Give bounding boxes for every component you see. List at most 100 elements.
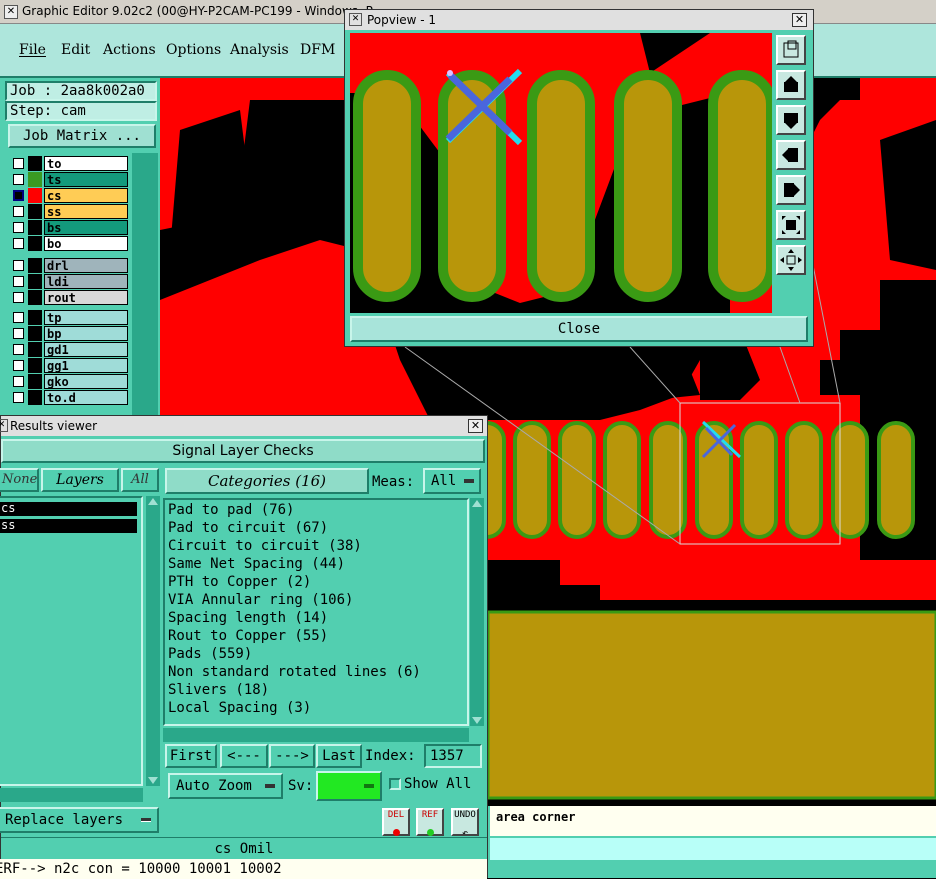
category-item[interactable]: Slivers (18)	[168, 681, 269, 699]
layer-row-tp[interactable]: tp	[10, 310, 128, 325]
category-item[interactable]: PTH to Copper (2)	[168, 573, 311, 591]
menu-file[interactable]: File	[19, 42, 46, 58]
pan-down-icon[interactable]	[776, 105, 806, 135]
category-item[interactable]: Local Spacing (3)	[168, 699, 311, 717]
layers-v-scrollbar[interactable]	[146, 496, 160, 786]
job-matrix-button[interactable]: Job Matrix ...	[8, 124, 156, 148]
layer-color-swatch[interactable]	[28, 358, 42, 373]
layer-color-swatch[interactable]	[28, 290, 42, 305]
meas-dropdown[interactable]: All	[423, 468, 481, 494]
category-item[interactable]: Non standard rotated lines (6)	[168, 663, 421, 681]
layers-h-scrollbar[interactable]	[0, 788, 143, 802]
zoom-fit-icon[interactable]	[776, 210, 806, 240]
layer-row-to[interactable]: to	[10, 156, 128, 171]
category-item[interactable]: Pad to circuit (67)	[168, 519, 328, 537]
layer-name[interactable]: to	[44, 156, 128, 171]
layer-row-drl[interactable]: drl	[10, 258, 128, 273]
layer-color-swatch[interactable]	[28, 172, 42, 187]
undo-button[interactable]: UNDO ↶	[451, 808, 479, 839]
results-close-icon[interactable]: ✕	[468, 419, 483, 433]
layer-color-swatch[interactable]	[28, 342, 42, 357]
layer-name[interactable]: ts	[44, 172, 128, 187]
layer-name[interactable]: rout	[44, 290, 128, 305]
pan-right-icon[interactable]	[776, 175, 806, 205]
layer-checkbox[interactable]	[13, 222, 24, 233]
show-all-checkbox[interactable]	[389, 778, 401, 790]
layer-row-bs[interactable]: bs	[10, 220, 128, 235]
layer-row-rout[interactable]: rout	[10, 290, 128, 305]
layer-color-swatch[interactable]	[28, 274, 42, 289]
layer-name[interactable]: ss	[44, 204, 128, 219]
layer-checkbox[interactable]	[13, 292, 24, 303]
auto-zoom-dropdown[interactable]: Auto Zoom	[168, 773, 283, 799]
layer-name[interactable]: tp	[44, 310, 128, 325]
category-item[interactable]: Pads (559)	[168, 645, 252, 663]
layer-row-gko[interactable]: gko	[10, 374, 128, 389]
prev-button[interactable]: <---	[220, 744, 268, 768]
menu-options[interactable]: Options	[166, 42, 221, 58]
layer-checkbox[interactable]	[13, 376, 24, 387]
layer-row-gg1[interactable]: gg1	[10, 358, 128, 373]
layer-checkbox[interactable]	[13, 344, 24, 355]
layer-checkbox[interactable]	[13, 276, 24, 287]
ref-button[interactable]: REF	[416, 808, 444, 836]
layer-color-swatch[interactable]	[28, 156, 42, 171]
menu-edit[interactable]: Edit	[61, 42, 90, 58]
categories-v-scrollbar[interactable]	[470, 498, 484, 726]
layer-name[interactable]: cs	[44, 188, 128, 203]
pan-up-icon[interactable]	[776, 70, 806, 100]
layer-name[interactable]: gg1	[44, 358, 128, 373]
category-item[interactable]: VIA Annular ring (106)	[168, 591, 353, 609]
layer-row-gd1[interactable]: gd1	[10, 342, 128, 357]
popview-canvas[interactable]	[350, 33, 772, 313]
layer-color-swatch[interactable]	[28, 310, 42, 325]
popview-close-icon[interactable]: ✕	[792, 13, 807, 27]
popview-close-button[interactable]: Close	[350, 316, 808, 342]
index-input[interactable]: 1357	[424, 744, 482, 768]
layer-color-swatch[interactable]	[28, 236, 42, 251]
layer-checkbox[interactable]	[13, 360, 24, 371]
layer-name[interactable]: bo	[44, 236, 128, 251]
del-button[interactable]: DEL	[382, 808, 410, 836]
menu-dfm[interactable]: DFM	[300, 42, 335, 58]
category-item[interactable]: Same Net Spacing (44)	[168, 555, 345, 573]
results-title-bar[interactable]: ✕ Results viewer ✕	[0, 416, 487, 436]
layer-checkbox[interactable]	[13, 174, 24, 185]
layer-checkbox[interactable]	[13, 206, 24, 217]
layer-checkbox[interactable]	[13, 312, 24, 323]
layer-list-item-ss[interactable]: ss	[0, 519, 137, 533]
categories-h-scrollbar[interactable]	[163, 728, 469, 742]
layer-checkbox[interactable]	[13, 392, 24, 403]
layer-name[interactable]: gko	[44, 374, 128, 389]
layer-checkbox[interactable]	[13, 260, 24, 271]
layer-name[interactable]: ldi	[44, 274, 128, 289]
layer-row-ldi[interactable]: ldi	[10, 274, 128, 289]
pan-left-icon[interactable]	[776, 140, 806, 170]
next-button[interactable]: --->	[269, 744, 315, 768]
layer-checkbox[interactable]	[13, 238, 24, 249]
replace-layers-dropdown[interactable]: Replace layers	[0, 807, 159, 833]
last-button[interactable]: Last	[316, 744, 362, 768]
category-item[interactable]: Circuit to circuit (38)	[168, 537, 362, 555]
layers-all-button[interactable]: All	[121, 468, 159, 492]
zoom-home-icon[interactable]	[776, 245, 806, 275]
layer-row-bp[interactable]: bp	[10, 326, 128, 341]
layer-color-swatch[interactable]	[28, 374, 42, 389]
sv-color-dropdown[interactable]	[316, 771, 382, 801]
layer-checkbox[interactable]	[13, 158, 24, 169]
layer-list-item-cs[interactable]: cs	[0, 502, 137, 516]
layer-checkbox[interactable]	[13, 328, 24, 339]
layer-name[interactable]: to.d	[44, 390, 128, 405]
layer-name[interactable]: drl	[44, 258, 128, 273]
layer-row-to-d[interactable]: to.d	[10, 390, 128, 405]
category-item[interactable]: Rout to Copper (55)	[168, 627, 328, 645]
layer-color-swatch[interactable]	[28, 390, 42, 405]
layer-row-cs[interactable]: cs	[10, 188, 128, 203]
zoom-area-icon[interactable]	[776, 35, 806, 65]
menu-analysis[interactable]: Analysis	[230, 42, 289, 58]
category-item[interactable]: Spacing length (14)	[168, 609, 328, 627]
layers-none-button[interactable]: None	[0, 468, 39, 492]
popview-title-bar[interactable]: ✕ Popview - 1 ✕	[345, 10, 813, 30]
layer-name[interactable]: bp	[44, 326, 128, 341]
layers-list[interactable]: cs ss	[0, 496, 143, 786]
